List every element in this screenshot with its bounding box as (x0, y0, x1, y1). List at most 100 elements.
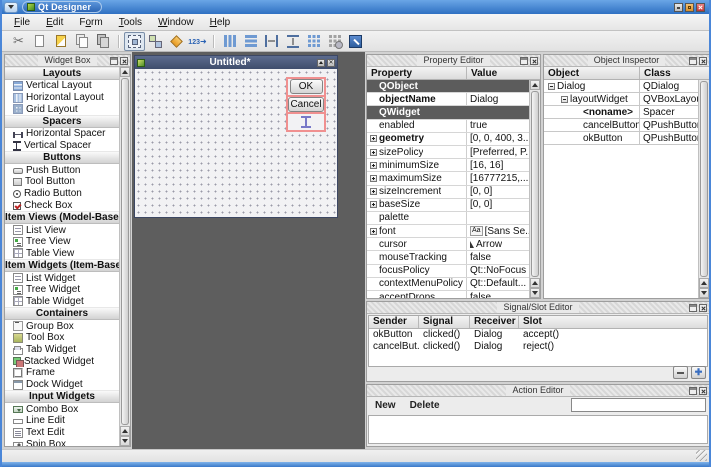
toolbar-button[interactable] (324, 32, 345, 51)
close-icon[interactable] (120, 57, 128, 65)
property-value[interactable]: Qt::Default... (467, 278, 529, 290)
action-filter-input[interactable] (571, 398, 706, 412)
scroll-up-icon[interactable] (530, 278, 540, 288)
scroll-down-icon[interactable] (120, 436, 130, 446)
property-value[interactable]: Qt::NoFocus (467, 265, 529, 277)
ok-button[interactable]: OK (290, 79, 323, 94)
object-row[interactable]: layoutWidget QVBoxLayout (544, 93, 698, 106)
property-value[interactable] (467, 212, 529, 224)
scroll-up-icon[interactable] (530, 80, 540, 90)
property-row[interactable]: contextMenuPolicy Qt::Default... (367, 278, 529, 291)
column-value[interactable]: Value (467, 67, 501, 79)
form-window[interactable]: Untitled* OK Cancel (134, 55, 338, 218)
undock-icon[interactable] (689, 387, 697, 395)
widget-box-item[interactable]: Horizontal Spacer (5, 128, 119, 140)
window-menu-button[interactable] (4, 2, 18, 13)
widget-category-header[interactable]: Item Widgets (Item-Based) (5, 259, 119, 272)
toolbar-button[interactable] (303, 32, 324, 51)
expand-icon[interactable] (370, 228, 377, 235)
new-action-button[interactable]: New (375, 400, 396, 411)
close-icon[interactable] (699, 304, 707, 312)
expand-icon[interactable] (370, 188, 377, 195)
delete-action-button[interactable]: Delete (410, 400, 440, 411)
toolbar-button[interactable] (282, 32, 303, 51)
expand-icon[interactable] (370, 149, 377, 156)
property-value[interactable]: [16777215,... (467, 172, 529, 184)
toolbar-button[interactable] (50, 32, 71, 51)
close-button[interactable] (696, 3, 705, 12)
scroll-down-icon[interactable] (699, 288, 709, 298)
toolbar-button[interactable] (166, 32, 187, 51)
property-value[interactable]: Dialog (467, 93, 529, 105)
property-row[interactable]: acceptDrops false (367, 291, 529, 298)
remove-connection-button[interactable] (673, 366, 688, 379)
menu-item[interactable]: File (6, 16, 38, 29)
widget-box-item[interactable]: Combo Box (5, 403, 119, 415)
toolbar-button[interactable] (92, 32, 113, 51)
scroll-up-icon[interactable] (120, 67, 130, 77)
column-headers[interactable]: Object Class (544, 67, 709, 80)
widget-box-item[interactable]: Group Box (5, 320, 119, 332)
property-row[interactable]: mouseTracking false (367, 251, 529, 264)
expand-icon[interactable] (370, 201, 377, 208)
property-row[interactable]: sizeIncrement [0, 0] (367, 186, 529, 199)
object-row[interactable]: <noname> Spacer (544, 106, 698, 119)
widget-category-header[interactable]: Containers (5, 307, 119, 320)
property-value[interactable]: true (467, 120, 529, 132)
collapse-icon[interactable] (561, 96, 568, 103)
toolbar-button[interactable] (261, 32, 282, 51)
close-icon[interactable] (530, 57, 538, 65)
widget-box-item[interactable]: Tool Button (5, 176, 119, 188)
widget-box-item[interactable]: Vertical Spacer (5, 140, 119, 152)
widget-box-item[interactable]: Push Button (5, 164, 119, 176)
widget-box-item[interactable]: Table Widget (5, 296, 119, 308)
form-close-button[interactable] (327, 59, 335, 67)
object-row[interactable]: Dialog QDialog (544, 80, 698, 93)
undock-icon[interactable] (520, 57, 528, 65)
close-icon[interactable] (699, 387, 707, 395)
cancel-button[interactable]: Cancel (288, 97, 324, 112)
column-signal[interactable]: Signal (419, 316, 470, 328)
object-row[interactable]: cancelButton QPushButton (544, 119, 698, 132)
minimize-button[interactable] (674, 3, 683, 12)
property-value[interactable]: false (467, 251, 529, 263)
property-value[interactable]: [0, 0] (467, 199, 529, 211)
toolbar-button[interactable] (240, 32, 261, 51)
object-row[interactable]: okButton QPushButton (544, 132, 698, 145)
property-row[interactable]: focusPolicy Qt::NoFocus (367, 265, 529, 278)
toolbar-button[interactable] (187, 32, 208, 51)
toolbar-button[interactable] (29, 32, 50, 51)
object-inspector-scrollbar[interactable] (698, 80, 709, 298)
toolbar-button[interactable] (145, 32, 166, 51)
widget-box-item[interactable]: Line Edit (5, 415, 119, 427)
form-titlebar[interactable]: Untitled* (135, 56, 337, 69)
widget-box-item[interactable]: Stacked Widget (5, 355, 119, 367)
property-editor-scrollbar[interactable] (529, 80, 540, 298)
property-value[interactable]: Arrow (467, 238, 529, 250)
object-inspector-header[interactable]: Object Inspector (544, 55, 709, 67)
property-row[interactable]: cursor Arrow (367, 238, 529, 251)
widget-box-item[interactable]: List View (5, 224, 119, 236)
column-object[interactable]: Object (544, 67, 640, 79)
property-value[interactable]: [0, 0, 400, 3... (467, 133, 529, 145)
toolbar-button[interactable] (219, 32, 240, 51)
undock-icon[interactable] (689, 304, 697, 312)
widget-box-item[interactable]: Check Box (5, 200, 119, 212)
property-row[interactable]: QWidget (367, 106, 529, 119)
resize-grip-icon[interactable] (696, 450, 707, 461)
property-value[interactable]: [Preferred, P... (467, 146, 529, 158)
widget-category-header[interactable]: Buttons (5, 151, 119, 164)
property-value[interactable]: [16, 16] (467, 159, 529, 171)
expand-icon[interactable] (370, 162, 377, 169)
property-row[interactable]: font Aa [Sans Se... (367, 225, 529, 238)
undock-icon[interactable] (110, 57, 118, 65)
property-row[interactable]: minimumSize [16, 16] (367, 159, 529, 172)
widget-box-item[interactable]: Tree Widget (5, 284, 119, 296)
property-row[interactable]: baseSize [0, 0] (367, 199, 529, 212)
widget-box-item[interactable]: Tree View (5, 236, 119, 248)
widget-box-item[interactable]: Radio Button (5, 188, 119, 200)
form-minimize-button[interactable] (317, 59, 325, 67)
collapse-icon[interactable] (548, 83, 555, 90)
menu-item[interactable]: Form (71, 16, 110, 29)
widget-category-header[interactable]: Spacers (5, 115, 119, 128)
